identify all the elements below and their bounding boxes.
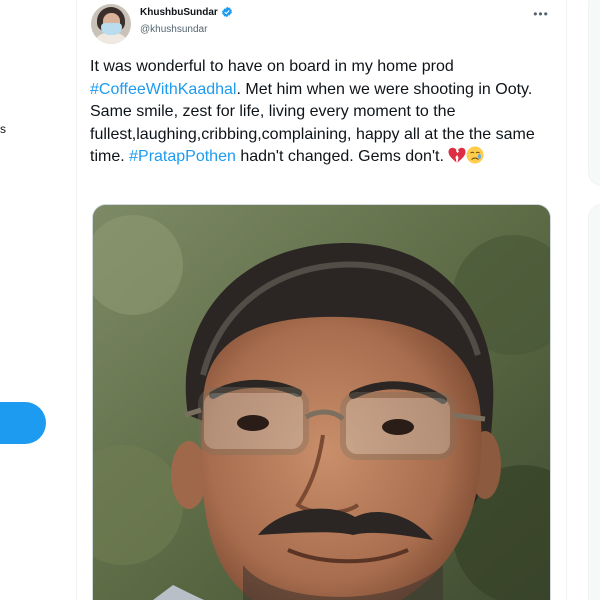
column-divider — [566, 0, 567, 600]
verified-badge-icon — [221, 6, 232, 18]
left-sidebar: s — [0, 0, 76, 600]
tweet[interactable]: KhushbuSundar @khushsundar ••• It was wo… — [77, 0, 566, 600]
author-display-name[interactable]: KhushbuSundar — [140, 7, 218, 18]
tweet-text: It was wonderful to have on board in my … — [90, 56, 560, 169]
broken-heart-icon — [448, 148, 466, 163]
tweet-photo[interactable] — [92, 204, 551, 600]
more-options-icon[interactable]: ••• — [532, 7, 550, 21]
compose-tweet-button[interactable] — [0, 402, 46, 444]
user-avatar[interactable] — [91, 4, 131, 44]
right-sidebar-widget — [588, 0, 600, 186]
author-name-row[interactable]: KhushbuSundar — [140, 6, 233, 18]
hashtag-link[interactable]: #CoffeeWithKaadhal — [90, 81, 236, 98]
tweet-text-part: It was wonderful to have on board in my … — [90, 58, 459, 75]
man-with-glasses-photo — [93, 205, 550, 600]
tweet-header: KhushbuSundar @khushsundar ••• — [91, 4, 554, 46]
hashtag-link[interactable]: #PratapPothen — [129, 148, 236, 165]
tweet-text-part: hadn't changed. Gems don't. — [235, 148, 449, 166]
right-sidebar-widget — [588, 204, 600, 600]
author-handle[interactable]: @khushsundar — [140, 24, 207, 35]
sidebar-cropped-label: s — [0, 122, 6, 136]
sad-face-icon — [466, 146, 484, 164]
